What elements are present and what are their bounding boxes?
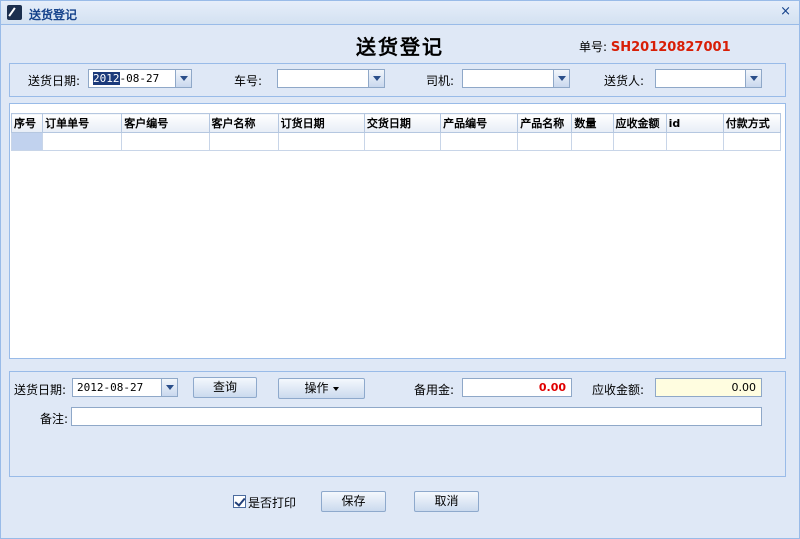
delivery-date-field[interactable]: 2012-08-27 bbox=[88, 69, 192, 88]
operate-button[interactable]: 操作 bbox=[278, 378, 365, 399]
courier-label: 送货人: bbox=[604, 74, 645, 88]
print-checkbox[interactable] bbox=[233, 495, 246, 508]
delivery-grid: 序号 订单单号 客户编号 客户名称 订货日期 交货日期 产品编号 产品名称 数量… bbox=[10, 113, 782, 151]
close-icon[interactable]: × bbox=[780, 4, 791, 19]
column-header[interactable]: 订单单号 bbox=[42, 113, 123, 133]
save-button[interactable]: 保存 bbox=[321, 491, 386, 512]
receivable-field[interactable]: 0.00 bbox=[655, 378, 762, 397]
table-cell[interactable] bbox=[722, 132, 782, 151]
driver-label: 司机: bbox=[426, 74, 455, 88]
column-header[interactable]: id bbox=[665, 113, 724, 133]
remark-label: 备注: bbox=[40, 412, 69, 426]
caret-down-icon bbox=[332, 386, 339, 391]
chevron-down-icon[interactable] bbox=[368, 70, 384, 87]
column-header[interactable]: 交货日期 bbox=[363, 113, 442, 133]
chevron-down-icon[interactable] bbox=[745, 70, 761, 87]
operate-button-label: 操作 bbox=[304, 381, 329, 395]
column-header[interactable]: 付款方式 bbox=[722, 113, 782, 133]
column-header[interactable]: 产品名称 bbox=[517, 113, 573, 133]
table-cell[interactable] bbox=[571, 132, 614, 151]
order-number-label: 单号: bbox=[579, 40, 608, 54]
remark-field[interactable] bbox=[71, 407, 762, 426]
summary-panel: 送货日期: 2012-08-27 查询 操作 备用金: 0.00 应收金额: 0… bbox=[9, 371, 786, 477]
chevron-down-icon[interactable] bbox=[553, 70, 569, 87]
reserve-label: 备用金: bbox=[414, 383, 455, 397]
table-cell[interactable] bbox=[121, 132, 210, 151]
receivable-label: 应收金额: bbox=[592, 383, 645, 397]
column-header[interactable]: 产品编号 bbox=[440, 113, 519, 133]
table-cell[interactable] bbox=[665, 132, 724, 151]
column-header[interactable]: 数量 bbox=[571, 113, 614, 133]
column-header[interactable]: 序号 bbox=[10, 113, 44, 133]
cancel-button[interactable]: 取消 bbox=[414, 491, 479, 512]
column-header[interactable]: 客户编号 bbox=[121, 113, 210, 133]
title-bar: 送货登记 × bbox=[1, 1, 799, 25]
reserve-value: 0.00 bbox=[538, 381, 566, 394]
car-number-select[interactable] bbox=[277, 69, 385, 88]
table-cell[interactable] bbox=[440, 132, 519, 151]
delivery-date-label: 送货日期: bbox=[28, 74, 81, 88]
print-label[interactable]: 是否打印 bbox=[248, 494, 296, 511]
receivable-value: 0.00 bbox=[731, 381, 757, 394]
table-cell[interactable] bbox=[208, 132, 279, 151]
chevron-down-icon[interactable] bbox=[175, 70, 191, 87]
table-row[interactable] bbox=[10, 132, 782, 151]
driver-select[interactable] bbox=[462, 69, 570, 88]
query-button[interactable]: 查询 bbox=[193, 377, 257, 398]
app-icon bbox=[7, 5, 22, 20]
date-rest: -08-27 bbox=[119, 72, 160, 85]
filter-panel: 送货日期: 2012-08-27 车号: 司机: 送货人: bbox=[9, 63, 786, 97]
date-year-selected: 2012 bbox=[93, 72, 120, 85]
car-number-label: 车号: bbox=[234, 74, 263, 88]
column-header[interactable]: 客户名称 bbox=[208, 113, 279, 133]
row-selector[interactable] bbox=[10, 132, 44, 151]
delivery-window: 送货登记 × 送货登记 单号: SH20120827001 送货日期: 2012… bbox=[0, 0, 800, 539]
grid-header-row: 序号 订单单号 客户编号 客户名称 订货日期 交货日期 产品编号 产品名称 数量… bbox=[10, 113, 782, 133]
order-number: 单号: SH20120827001 bbox=[579, 38, 731, 55]
chevron-down-icon[interactable] bbox=[161, 379, 177, 396]
grid-panel: 序号 订单单号 客户编号 客户名称 订货日期 交货日期 产品编号 产品名称 数量… bbox=[9, 103, 786, 359]
column-header[interactable]: 订货日期 bbox=[277, 113, 365, 133]
table-cell[interactable] bbox=[517, 132, 573, 151]
column-header[interactable]: 应收金额 bbox=[612, 113, 667, 133]
table-cell[interactable] bbox=[363, 132, 442, 151]
window-title: 送货登记 bbox=[29, 8, 78, 22]
bottom-date-label: 送货日期: bbox=[14, 383, 67, 397]
table-cell[interactable] bbox=[612, 132, 667, 151]
table-cell[interactable] bbox=[42, 132, 123, 151]
table-cell[interactable] bbox=[277, 132, 365, 151]
courier-select[interactable] bbox=[655, 69, 762, 88]
reserve-field[interactable]: 0.00 bbox=[462, 378, 572, 397]
order-number-value: SH20120827001 bbox=[610, 40, 731, 55]
bottom-date-field[interactable]: 2012-08-27 bbox=[72, 378, 178, 397]
